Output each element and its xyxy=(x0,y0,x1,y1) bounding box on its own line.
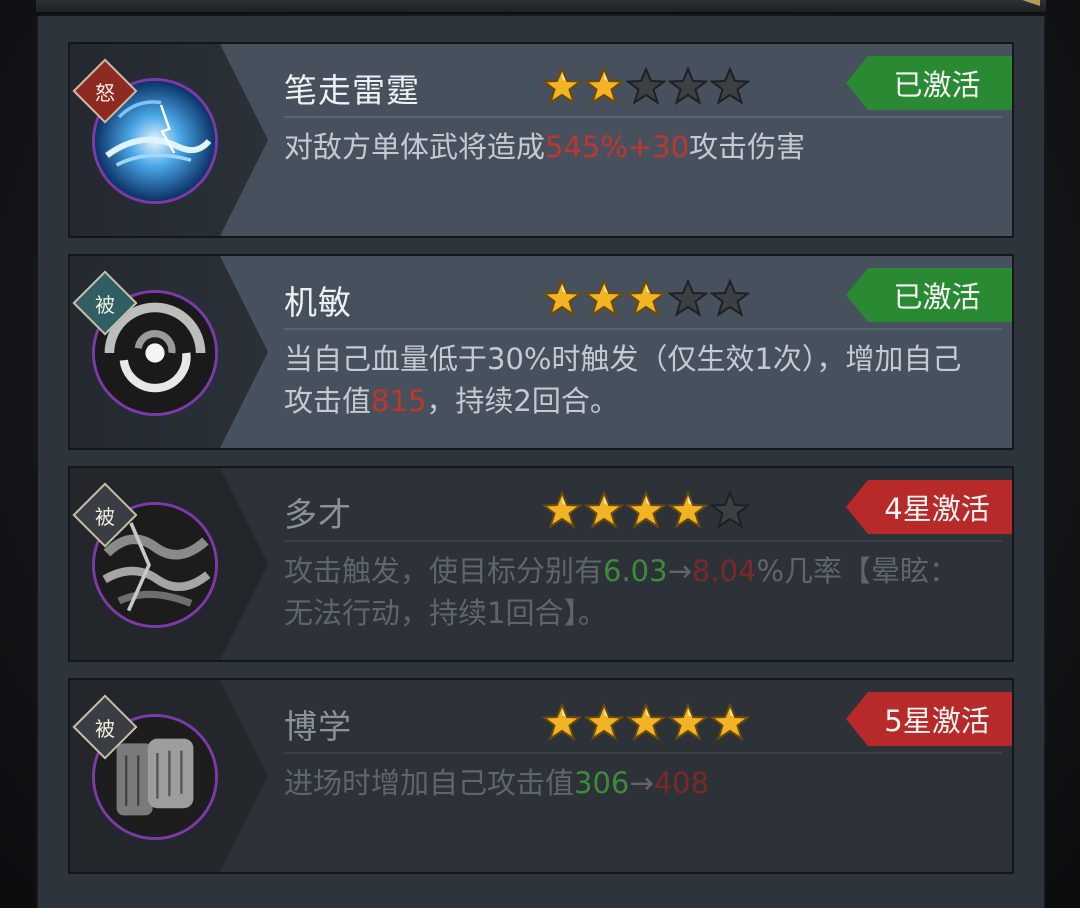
star-filled-icon xyxy=(583,702,625,742)
activation-status-tag: 5星激活 xyxy=(846,692,1012,746)
description-text: 对敌方单体武将造成 xyxy=(284,130,546,164)
star-filled-icon xyxy=(709,702,751,742)
divider xyxy=(284,328,1002,330)
skill-description: 进场时增加自己攻击值306→408 xyxy=(284,762,984,804)
star-rating xyxy=(541,66,751,106)
description-value-green: 306 xyxy=(574,766,630,800)
top-frame-border xyxy=(36,0,1046,14)
skill-description: 对敌方单体武将造成545%+30攻击伤害 xyxy=(284,126,984,168)
activation-status-tag: 已激活 xyxy=(846,56,1012,110)
skill-type-label: 怒 xyxy=(95,80,115,105)
activation-status-tag: 4星激活 xyxy=(846,480,1012,534)
star-filled-icon xyxy=(583,278,625,318)
skill-description: 当自己血量低于30%时触发（仅生效1次），增加自己攻击值815，持续2回合。 xyxy=(284,338,984,422)
description-text: 进场时增加自己攻击值 xyxy=(284,766,575,800)
star-filled-icon xyxy=(625,490,667,530)
skill-type-label: 被 xyxy=(95,716,115,741)
star-filled-icon xyxy=(541,490,583,530)
description-text: 攻击伤害 xyxy=(689,130,806,164)
star-empty-icon xyxy=(709,490,751,530)
star-filled-icon xyxy=(583,66,625,106)
divider xyxy=(284,752,1002,754)
star-rating xyxy=(541,278,751,318)
skill-type-label: 被 xyxy=(95,292,115,317)
skill-list-screen: 怒笔走雷霆 已激活 对敌方单体武将造成545%+30攻击伤害被机敏 已激活 当自己血量低… xyxy=(0,0,1080,908)
description-text: ，持续2回合。 xyxy=(426,384,619,418)
star-filled-icon xyxy=(667,702,709,742)
star-filled-icon xyxy=(625,278,667,318)
divider xyxy=(284,540,1002,542)
skill-name: 笔走雷霆 xyxy=(284,71,420,110)
star-filled-icon xyxy=(541,278,583,318)
star-filled-icon xyxy=(625,702,667,742)
skill-card[interactable]: 被 机敏 已激活当自己血量低于30%时触发（仅生效1次），增加自己攻击值815，持续… xyxy=(68,254,1014,450)
description-value-red: 408 xyxy=(653,766,710,800)
skill-name: 机敏 xyxy=(284,283,352,322)
star-filled-icon xyxy=(667,490,709,530)
star-empty-icon xyxy=(709,66,751,106)
skill-name: 博学 xyxy=(284,707,352,746)
description-text: → xyxy=(629,766,654,800)
skill-type-label: 被 xyxy=(95,504,115,529)
star-filled-icon xyxy=(583,490,625,530)
description-value-red: 815 xyxy=(371,384,427,418)
star-empty-icon xyxy=(709,278,751,318)
star-empty-icon xyxy=(667,278,709,318)
star-rating xyxy=(541,490,751,530)
description-value-green: 6.03 xyxy=(603,554,668,588)
star-empty-icon xyxy=(667,66,709,106)
skill-card[interactable]: 怒 笔走雷霆 已激活对敌方单体武将造成545%+30攻击伤害 xyxy=(68,42,1014,238)
star-rating xyxy=(541,702,751,742)
star-filled-icon xyxy=(541,66,583,106)
skill-name: 多才 xyxy=(284,495,352,534)
description-text: 攻击触发，使目标分别有 xyxy=(284,554,604,588)
star-empty-icon xyxy=(625,66,667,106)
skill-card[interactable]: 被 多才 4星激活攻击触发，使目标分别有6.03→8.04%几率【晕眩：无法行动，持… xyxy=(68,466,1014,662)
description-value-red: 8.04 xyxy=(691,554,757,588)
skill-card[interactable]: 被 博学 5星激活进场时增加自己攻击值306→408 xyxy=(68,678,1014,874)
description-value-red: 545%+30 xyxy=(545,130,690,164)
skill-description: 攻击触发，使目标分别有6.03→8.04%几率【晕眩：无法行动，持续1回合】。 xyxy=(284,550,984,634)
description-text: → xyxy=(667,554,692,588)
star-filled-icon xyxy=(541,702,583,742)
activation-status-tag: 已激活 xyxy=(846,268,1012,322)
divider xyxy=(284,116,1002,118)
